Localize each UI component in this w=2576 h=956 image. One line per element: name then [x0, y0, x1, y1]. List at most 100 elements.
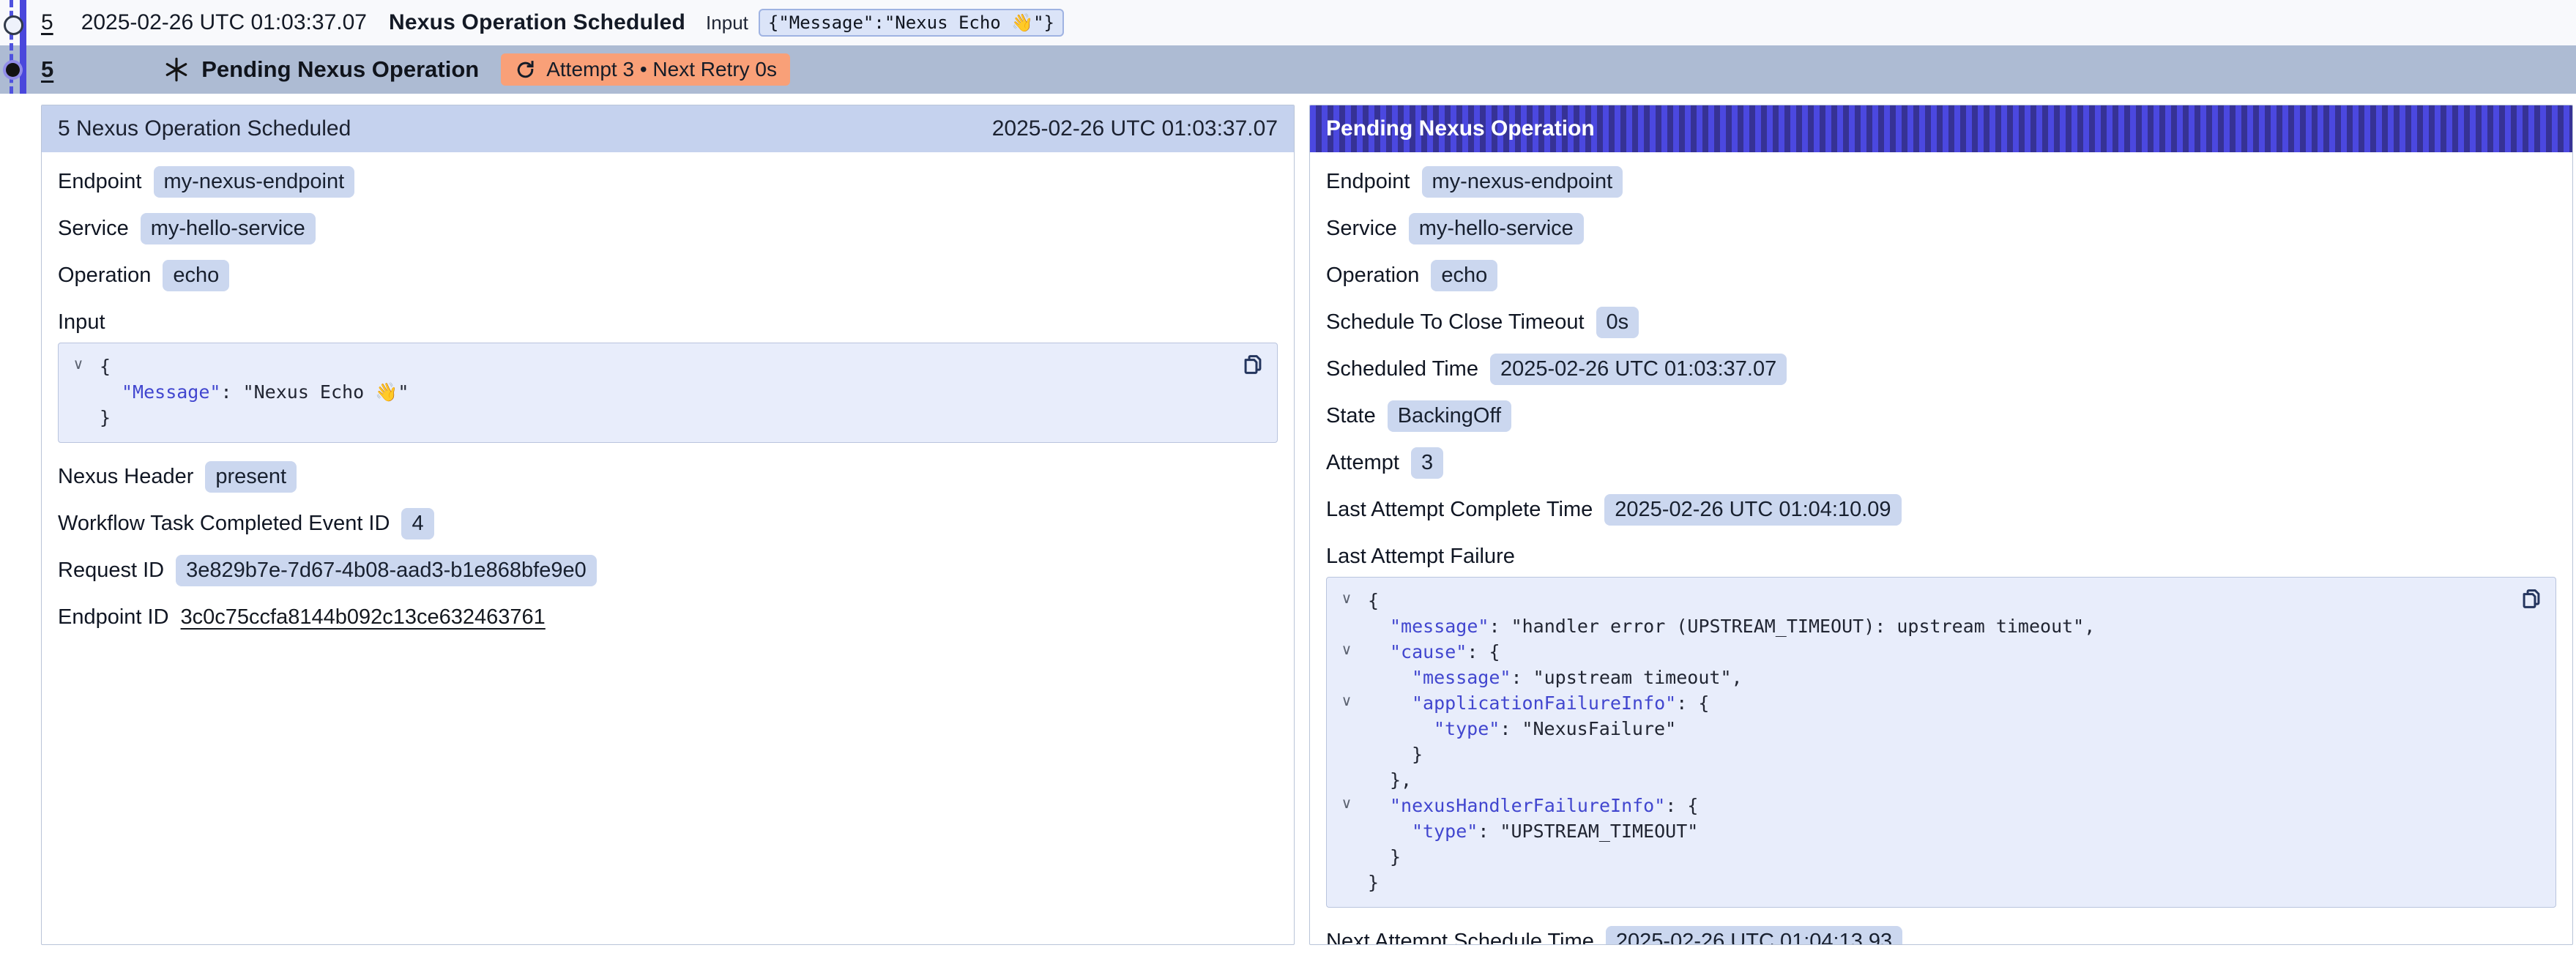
timeline-active-bar [20, 0, 26, 94]
field-input: Input [58, 306, 1278, 338]
field-label: Schedule To Close Timeout [1326, 310, 1585, 335]
field-label: State [1326, 404, 1376, 428]
field-label: Nexus Header [58, 465, 193, 489]
field-next-attempt-schedule-time: Next Attempt Schedule Time 2025-02-26 UTC… [1326, 925, 2556, 945]
scheduled-event-fields: Endpoint my-nexus-endpoint Service my-hello… [42, 152, 1294, 633]
field-value-badge: BackingOff [1388, 400, 1511, 432]
field-label: Next Attempt Schedule Time [1326, 930, 1594, 946]
copy-button[interactable] [2519, 586, 2544, 611]
field-operation: Operation echo [58, 259, 1278, 291]
panel-title: 5 Nexus Operation Scheduled [58, 116, 351, 141]
field-schedule-to-close-timeout: Schedule To Close Timeout 0s [1326, 306, 2556, 338]
event-input-label: Input [706, 12, 748, 34]
field-value-badge: 4 [401, 508, 433, 539]
field-label: Operation [1326, 264, 1419, 288]
chevron-down-icon[interactable]: ∨ [69, 352, 88, 378]
field-attempt: Attempt 3 [1326, 447, 2556, 479]
field-value-badge: my-hello-service [141, 213, 316, 244]
field-value-badge: my-hello-service [1409, 213, 1584, 244]
field-label: Input [58, 310, 105, 335]
copy-icon [1240, 352, 1265, 377]
json-line: ∨"applicationFailureInfo": { [1327, 690, 2504, 716]
json-line: } [1327, 844, 2504, 870]
copy-button[interactable] [1240, 352, 1265, 377]
retry-icon [514, 59, 537, 81]
asterisk-icon [163, 56, 190, 83]
field-value-badge: echo [1431, 260, 1497, 291]
field-label: Service [58, 217, 129, 241]
field-label: Request ID [58, 559, 164, 583]
json-viewer-last-attempt-failure: ∨{"message": "handler error (UPSTREAM_TI… [1326, 577, 2556, 908]
field-value-badge: echo [163, 260, 229, 291]
field-value-badge: 2025-02-26 UTC 01:04:10.09 [1604, 494, 1901, 526]
field-label: Operation [58, 264, 151, 288]
json-line: "type": "UPSTREAM_TIMEOUT" [1327, 818, 2504, 844]
json-line: ∨"cause": { [1327, 639, 2504, 665]
field-value-badge: 3 [1411, 447, 1443, 479]
field-label: Endpoint [58, 170, 142, 194]
retry-status-badge[interactable]: Attempt 3 • Next Retry 0s [501, 53, 790, 86]
panel-title: Pending Nexus Operation [1326, 116, 1595, 141]
field-service: Service my-hello-service [58, 212, 1278, 244]
scheduled-event-panel-header: 5 Nexus Operation Scheduled 2025-02-26 U… [42, 105, 1294, 152]
field-last-attempt-failure: Last Attempt Failure [1326, 540, 2556, 572]
field-value-link[interactable]: 3c0c75ccfa8144b092c13ce632463761 [181, 605, 546, 630]
field-endpoint-id: Endpoint ID 3c0c75ccfa8144b092c13ce632463… [58, 601, 1278, 633]
json-line: } [59, 405, 1226, 430]
field-value-badge: my-nexus-endpoint [1422, 166, 1623, 198]
field-request-id: Request ID 3e829b7e-7d67-4b08-aad3-b1e868… [58, 554, 1278, 586]
field-operation: Operation echo [1326, 259, 2556, 291]
event-time: 2025-02-26 UTC 01:03:37.07 [81, 10, 367, 35]
json-line: } [1327, 742, 2504, 767]
event-input-preview-chip[interactable]: {"Message":"Nexus Echo 👋"} [759, 9, 1064, 37]
field-label: Endpoint ID [58, 605, 169, 630]
json-line: } [1327, 870, 2504, 895]
field-scheduled-time: Scheduled Time 2025-02-26 UTC 01:03:37.07 [1326, 353, 2556, 385]
field-value-badge: 3e829b7e-7d67-4b08-aad3-b1e868bfe9e0 [176, 555, 597, 586]
pending-nexus-operation-row[interactable]: 5 Pending Nexus Operation Attempt 3 • Ne… [0, 45, 2576, 94]
field-endpoint: Endpoint my-nexus-endpoint [58, 165, 1278, 198]
field-label: Endpoint [1326, 170, 1410, 194]
pending-operation-panel: Pending Nexus Operation Endpoint my-nexus… [1309, 105, 2573, 945]
chevron-down-icon[interactable]: ∨ [1337, 791, 1356, 817]
pending-event-id-link[interactable]: 5 [41, 56, 53, 83]
chevron-down-icon[interactable]: ∨ [1337, 638, 1356, 663]
field-label: Last Attempt Failure [1326, 545, 1515, 569]
field-label: Scheduled Time [1326, 357, 1478, 381]
pending-operation-panel-header: Pending Nexus Operation [1310, 105, 2572, 152]
field-value-badge: 2025-02-26 UTC 01:04:13.93 [1606, 926, 1902, 946]
field-workflow-task-completed-event-id: Workflow Task Completed Event ID4 [58, 507, 1278, 539]
pending-operation-fields: Endpoint my-nexus-endpoint Servicemy-hello… [1310, 152, 2572, 945]
event-title: Nexus Operation Scheduled [389, 10, 685, 35]
timeline-dashed-line [10, 0, 13, 94]
field-value-badge: 0s [1596, 307, 1639, 338]
chevron-down-icon[interactable]: ∨ [1337, 689, 1356, 714]
field-value-badge: my-nexus-endpoint [154, 166, 355, 198]
panel-time: 2025-02-26 UTC 01:03:37.07 [992, 116, 1278, 141]
event-detail-panels: 5 Nexus Operation Scheduled 2025-02-26 U… [41, 105, 2573, 945]
retry-badge-label: Attempt 3 • Next Retry 0s [546, 58, 777, 81]
event-id-link[interactable]: 5 [41, 10, 53, 35]
chevron-down-icon[interactable]: ∨ [1337, 586, 1356, 612]
pending-row-title: Pending Nexus Operation [201, 56, 479, 83]
field-label: Attempt [1326, 451, 1399, 475]
timeline-open-dot [4, 15, 23, 35]
json-line: ∨{ [59, 354, 1226, 379]
json-line: "message": "handler error (UPSTREAM_TIME… [1327, 613, 2504, 639]
json-line: }, [1327, 767, 2504, 793]
field-nexus-header: Nexus Header present [58, 460, 1278, 493]
copy-icon [2519, 586, 2544, 611]
json-line: ∨"nexusHandlerFailureInfo": { [1327, 793, 2504, 818]
field-value-badge: 2025-02-26 UTC 01:03:37.07 [1490, 354, 1787, 385]
field-value-badge: present [205, 461, 297, 493]
workflow-history-view: 5 2025-02-26 UTC 01:03:37.07 Nexus Opera… [0, 0, 2576, 956]
event-row-nexus-operation-scheduled[interactable]: 5 2025-02-26 UTC 01:03:37.07 Nexus Opera… [0, 0, 2576, 45]
field-state: State BackingOff [1326, 400, 2556, 432]
field-endpoint: Endpoint my-nexus-endpoint [1326, 165, 2556, 198]
json-line: "Message": "Nexus Echo 👋" [59, 379, 1226, 405]
field-service: Servicemy-hello-service [1326, 212, 2556, 244]
field-label: Last Attempt Complete Time [1326, 498, 1593, 522]
json-line: ∨{ [1327, 588, 2504, 613]
json-line: "type": "NexusFailure" [1327, 716, 2504, 742]
field-last-attempt-complete-time: Last Attempt Complete Time 2025-02-26 UTC… [1326, 493, 2556, 526]
